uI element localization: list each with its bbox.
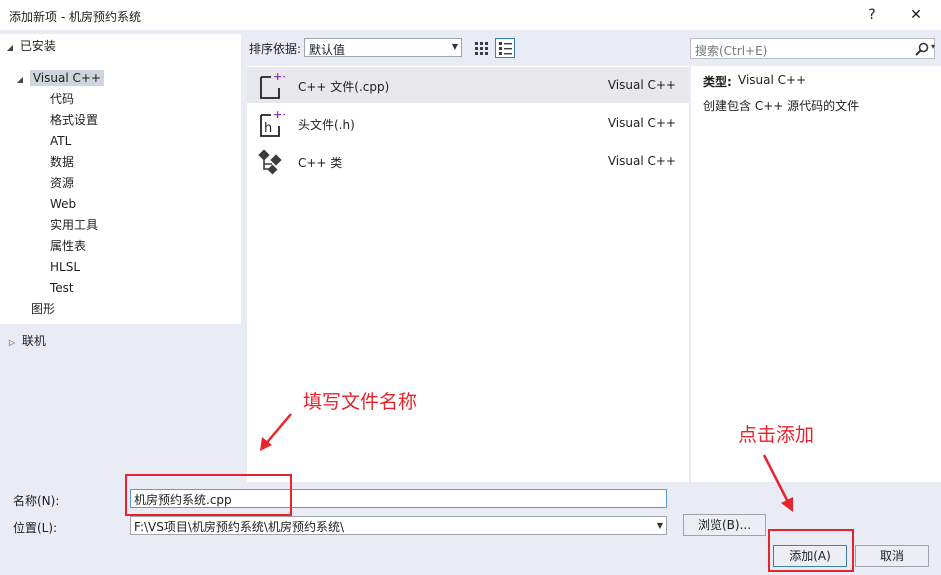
tree-node-code[interactable]: 代码 [50,89,74,110]
description-type-value: Visual C++ [738,73,807,87]
grid-view-icon [475,42,488,55]
description-panel: 类型: Visual C++ 创建包含 C++ 源代码的文件 [691,66,941,482]
collapse-arrow-icon[interactable]: ◢ [4,37,16,58]
add-highlight-box [768,529,854,572]
browse-button[interactable]: 浏览(B)... [683,514,766,536]
dropdown-arrow-icon: ▼ [451,42,458,51]
tree-node-label: Visual C++ [29,70,104,86]
template-type: Visual C++ [607,154,676,168]
help-button[interactable]: ? [850,0,894,30]
annotation-click-add: 点击添加 [738,424,815,446]
svg-text:h: h [264,121,272,136]
list-view-icon [499,42,512,55]
tree-node-graphics[interactable]: 图形 [31,299,55,320]
template-name: C++ 文件(.cpp) [298,80,390,94]
expand-arrow-icon[interactable]: ▷ [6,332,18,353]
category-tree: ◢ 已安装 ◢ Visual C++ 代码 格式设置 ATL 数据 资源 Web… [0,34,241,324]
window-title: 添加新项 - 机房预约系统 [9,10,141,24]
tree-node-visual-cpp[interactable]: ◢ Visual C++ [14,68,104,89]
description-type-label: 类型: [703,75,732,89]
location-dropdown[interactable]: F:\VS项目\机房预约系统\机房预约系统\ ▼ [130,516,667,535]
sort-dropdown[interactable]: 默认值 ▼ [304,38,462,57]
tree-node-label: 已安装 [19,39,56,53]
tree-node-formatting[interactable]: 格式设置 [50,110,98,131]
tree-node-hlsl[interactable]: HLSL [50,257,80,278]
tree-node-atl[interactable]: ATL [50,131,71,152]
template-name: 头文件(.h) [298,118,355,132]
cpp-class-icon [258,149,282,175]
sort-label: 排序依据: [249,42,302,56]
close-button[interactable]: ✕ [894,0,938,30]
cpp-file-icon: ++ [260,70,285,99]
template-name: C++ 类 [298,156,343,170]
search-icon[interactable] [914,41,930,57]
template-type: Visual C++ [607,116,676,130]
arrow-to-add-icon [762,454,793,512]
tree-node-label: 联机 [21,334,46,348]
cancel-button[interactable]: 取消 [855,545,929,567]
svg-text:++: ++ [273,108,285,121]
search-input[interactable]: 搜索(Ctrl+E) ▾ [690,38,935,59]
collapse-arrow-icon[interactable]: ◢ [14,69,26,90]
location-dropdown-value: F:\VS项目\机房预约系统\机房预约系统\ [134,520,345,534]
template-item[interactable]: ++ C++ 文件(.cpp) Visual C++ [247,67,689,103]
tree-node-resources[interactable]: 资源 [50,173,74,194]
template-type: Visual C++ [607,78,676,92]
list-view-button[interactable] [495,38,515,58]
tree-node-installed[interactable]: ◢ 已安装 [4,36,56,57]
tree-node-property-sheets[interactable]: 属性表 [50,236,86,257]
dropdown-arrow-icon: ▼ [656,521,663,530]
name-highlight-box [125,474,292,516]
svg-text:++: ++ [273,70,285,83]
arrow-to-name-icon [260,413,292,451]
template-item[interactable]: C++ 类 Visual C++ [247,143,689,179]
template-item[interactable]: h ++ 头文件(.h) Visual C++ [247,105,689,141]
tree-node-online[interactable]: ▷ 联机 [6,331,46,352]
title-bar: 添加新项 - 机房预约系统 ? ✕ [0,0,941,30]
sort-dropdown-value: 默认值 [309,43,346,57]
header-file-icon: h ++ [260,108,285,137]
description-text: 创建包含 C++ 源代码的文件 [703,99,860,113]
tree-node-utilities[interactable]: 实用工具 [50,215,98,236]
annotation-fill-name: 填写文件名称 [303,391,418,413]
small-icons-view-button[interactable] [471,38,491,58]
tree-node-data[interactable]: 数据 [50,152,74,173]
location-label: 位置(L): [13,521,58,535]
search-placeholder: 搜索(Ctrl+E) [695,44,768,58]
search-options-arrow-icon[interactable]: ▾ [931,42,935,51]
name-label: 名称(N): [13,494,60,508]
template-list: ++ C++ 文件(.cpp) Visual C++ h ++ 头文件(.h) … [247,66,689,482]
tree-node-test[interactable]: Test [50,278,74,299]
tree-node-web[interactable]: Web [50,194,76,215]
